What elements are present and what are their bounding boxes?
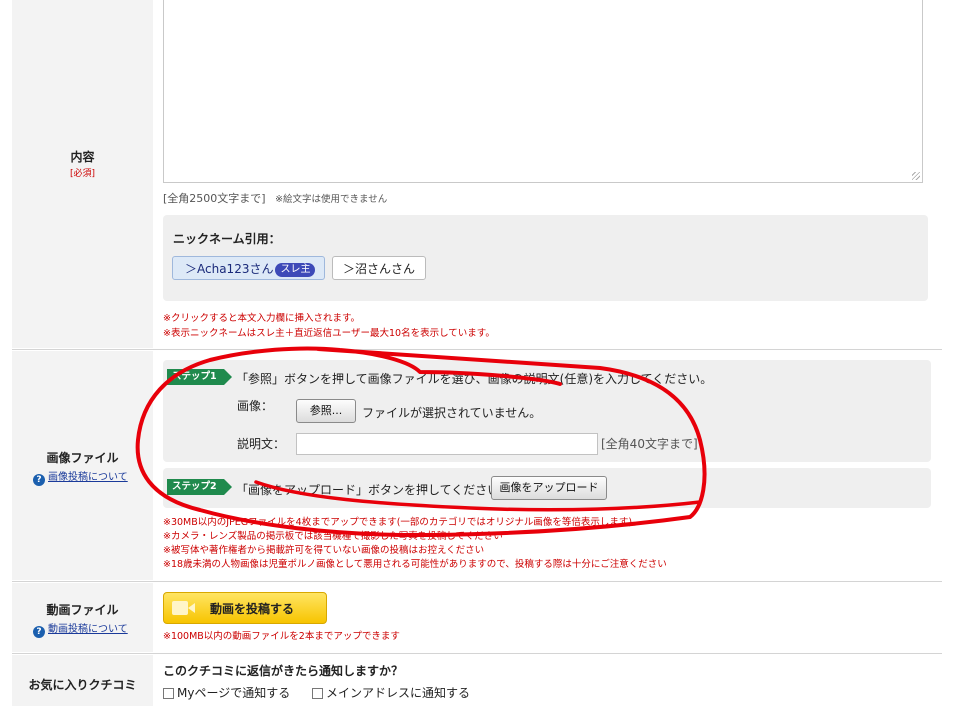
help-icon: ? [33,474,45,486]
divider [12,581,942,582]
content-textarea[interactable] [163,0,923,183]
notify-question: このクチコミに返信がきたら通知しますか？ [163,664,404,678]
description-input[interactable] [296,433,598,455]
image-help-link[interactable]: ? 画像投稿について [33,468,128,486]
description-label: 説明文： [237,437,286,451]
notify-options: Myページで通知する メインアドレスに通知する [163,684,470,701]
step1-badge: ステップ1 [167,369,232,385]
mypage-notify-label: Myページで通知する [177,686,291,700]
thread-owner-badge: スレ主 [275,263,316,277]
step2-text: 「画像をアップロード」ボタンを押してください。 [236,483,512,497]
image-field-label: 画像： [237,399,274,413]
post-video-button[interactable]: 動画を投稿する [163,592,327,624]
nickname-title: ニックネーム引用： [173,232,281,246]
browse-button[interactable]: 参照... [296,399,356,423]
emoji-note: ※絵文字は使用できません [275,194,388,205]
image-note: ※18歳未満の人物画像は児童ポルノ画像として悪用される可能性がありますので、投稿… [163,559,667,570]
content-label: 内容 [70,150,95,164]
nickname-label: ＞沼さんさん [343,262,416,276]
image-note: ※30MB以内のJPEGファイルを4枚までアップできます(一部のカテゴリではオリ… [163,517,633,528]
step2-badge: ステップ2 [167,479,232,495]
divider [12,653,942,654]
video-note: ※100MB以内の動画ファイルを2本までアップできます [163,631,400,642]
image-note: ※カメラ・レンズ製品の掲示板では該当機種で撮影した写真を投稿してください [163,531,503,542]
image-note: ※被写体や著作権者から掲載許可を得ていない画像の投稿はお控えください [163,545,485,556]
post-video-label: 動画を投稿する [210,602,295,616]
nickname-quote-button[interactable]: ＞沼さんさん [332,256,426,280]
upload-image-button[interactable]: 画像をアップロード [491,476,607,500]
description-limit: [全角40文字まで] [601,437,698,451]
mail-notify-checkbox[interactable] [312,688,324,699]
nickname-quote-button[interactable]: ＞Acha123さん スレ主 [172,256,325,280]
video-label: 動画ファイル [46,603,119,617]
image-help-text: 画像投稿について [48,472,128,483]
video-help-link[interactable]: ? 動画投稿について [33,620,128,638]
nickname-note: ※クリックすると本文入力欄に挿入されます。 [163,313,361,324]
char-limit-text: [全角2500文字まで] [163,192,266,205]
char-limit: [全角2500文字まで] ※絵文字は使用できません [163,190,387,206]
divider [12,349,942,350]
no-file-text: ファイルが選択されていません。 [362,406,542,420]
mypage-notify-checkbox[interactable] [163,688,174,699]
help-icon: ? [33,626,45,638]
video-help-text: 動画投稿について [48,624,128,635]
image-label: 画像ファイル [46,451,119,465]
required-mark: [必須] [69,169,96,179]
nickname-label: ＞Acha123さん [185,262,274,276]
resize-grip-icon[interactable] [912,172,920,180]
mail-notify-label: メインアドレスに通知する [326,686,471,700]
favorite-label: お気に入りクチコミ [28,678,137,692]
video-camera-icon [172,601,195,615]
nickname-note: ※表示ニックネームはスレ主＋直近返信ユーザー最大10名を表示しています。 [163,328,495,339]
step1-text: 「参照」ボタンを押して画像ファイルを選び、画像の説明文(任意)を入力してください… [236,372,713,386]
